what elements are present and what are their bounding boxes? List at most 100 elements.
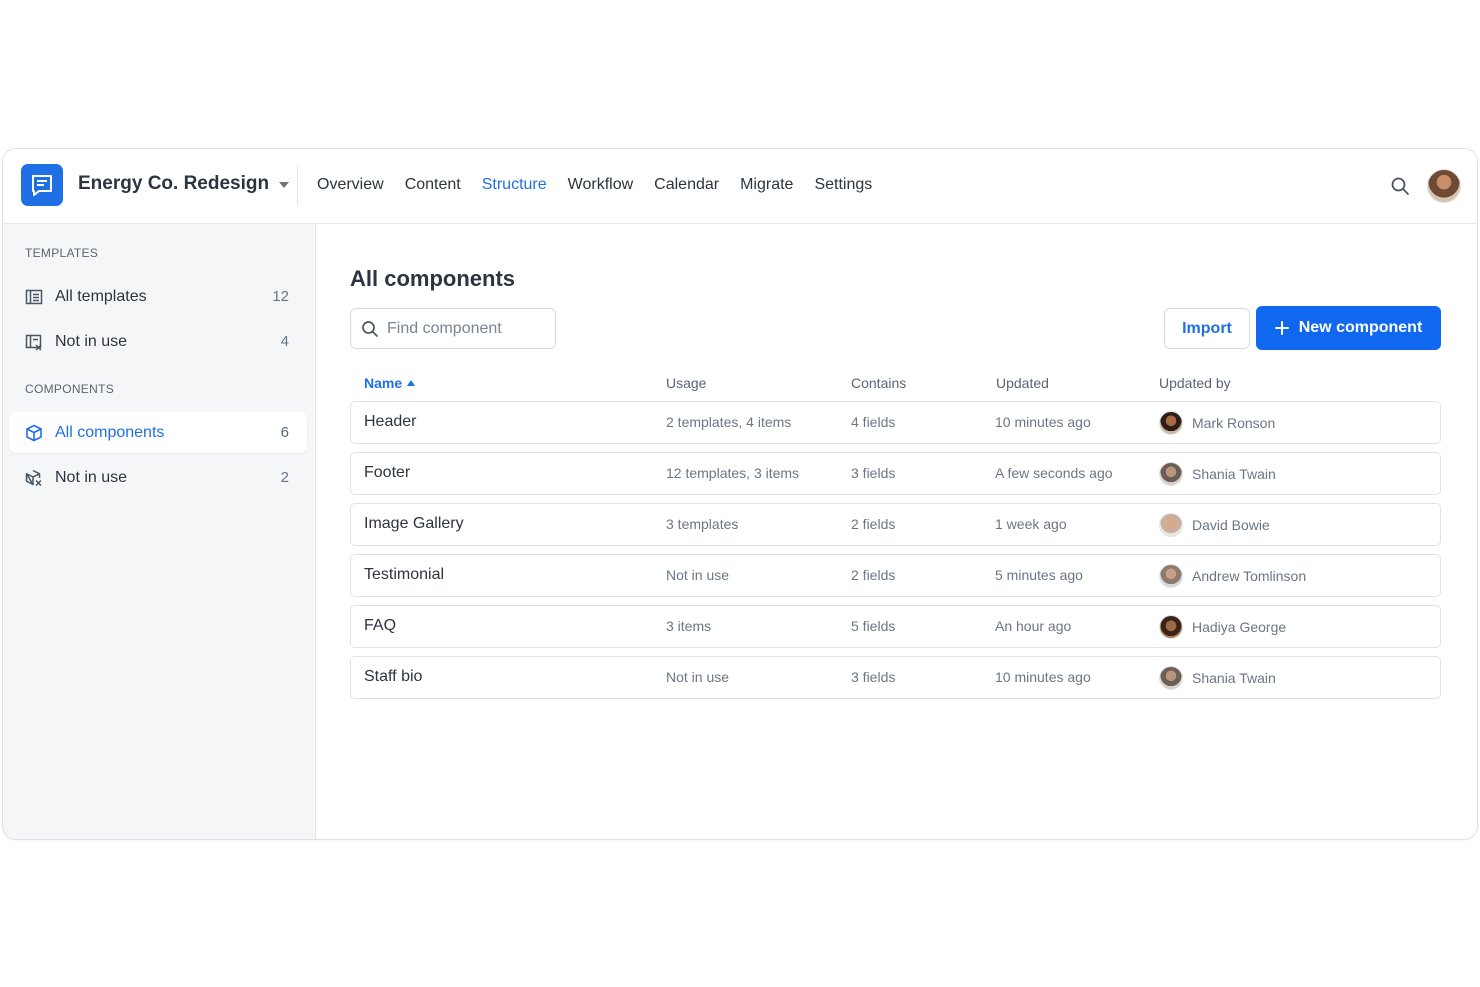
component-contains: 3 fields xyxy=(851,465,896,481)
component-name: Testimonial xyxy=(364,566,445,583)
component-usage: 2 templates, 4 items xyxy=(666,414,792,430)
template-unused-icon xyxy=(25,333,43,351)
sidebar-item-label: All templates xyxy=(55,287,147,305)
top-bar: Energy Co. Redesign Overview Content Str… xyxy=(3,149,1477,224)
sidebar-item-label: All components xyxy=(55,423,165,441)
new-component-label: New component xyxy=(1298,319,1423,336)
user-name: Hadiya George xyxy=(1192,619,1287,635)
user-name: Andrew Tomlinson xyxy=(1192,568,1307,584)
template-list-icon xyxy=(25,288,43,306)
app-window: Energy Co. Redesign Overview Content Str… xyxy=(2,148,1478,840)
user-name: Shania Twain xyxy=(1192,466,1276,482)
nav-content[interactable]: Content xyxy=(405,176,461,194)
find-component-search[interactable] xyxy=(350,308,556,349)
chevron-down-icon xyxy=(279,182,290,188)
avatar xyxy=(1159,462,1183,486)
component-name: Footer xyxy=(364,464,411,481)
column-header-contains[interactable]: Contains xyxy=(851,375,906,391)
component-name: Header xyxy=(364,413,417,430)
sidebar-item-templates-not-in-use[interactable]: Not in use 4 xyxy=(9,321,307,362)
component-contains: 5 fields xyxy=(851,618,896,634)
component-usage: 3 items xyxy=(666,618,712,634)
cube-unused-icon xyxy=(25,469,43,487)
nav-settings[interactable]: Settings xyxy=(814,176,872,194)
table-row[interactable]: Footer 12 templates, 3 items 3 fields A … xyxy=(350,452,1441,495)
component-usage: Not in use xyxy=(666,669,730,685)
templates-heading: TEMPLATES xyxy=(25,246,99,260)
component-updated-by: Andrew Tomlinson xyxy=(1159,564,1306,588)
column-header-name[interactable]: Name xyxy=(364,375,416,391)
component-usage: Not in use xyxy=(666,567,730,583)
avatar xyxy=(1159,513,1183,537)
main-content: All components Import New component Name… xyxy=(317,224,1477,839)
nav-structure[interactable]: Structure xyxy=(482,176,547,194)
sidebar-item-count: 6 xyxy=(280,424,289,441)
component-updated: 10 minutes ago xyxy=(995,414,1091,430)
avatar xyxy=(1159,564,1183,588)
sidebar-item-all-templates[interactable]: All templates 12 xyxy=(9,276,307,317)
table-row[interactable]: Header 2 templates, 4 items 4 fields 10 … xyxy=(350,401,1441,444)
table-row[interactable]: Testimonial Not in use 2 fields 5 minute… xyxy=(350,554,1441,597)
component-updated: A few seconds ago xyxy=(995,465,1113,481)
user-name: Mark Ronson xyxy=(1192,415,1276,431)
component-updated: 10 minutes ago xyxy=(995,669,1091,685)
nav-workflow[interactable]: Workflow xyxy=(568,176,634,194)
app-logo[interactable] xyxy=(21,164,63,206)
component-updated-by: Shania Twain xyxy=(1159,462,1276,486)
page-title: All components xyxy=(350,266,516,291)
plus-icon xyxy=(1274,321,1289,335)
document-chat-icon xyxy=(32,175,52,196)
component-name: Image Gallery xyxy=(364,515,464,532)
component-updated: 5 minutes ago xyxy=(995,567,1083,583)
components-heading: COMPONENTS xyxy=(25,382,115,396)
sidebar-item-count: 2 xyxy=(280,469,289,486)
project-switcher[interactable]: Energy Co. Redesign xyxy=(78,173,290,195)
new-component-button[interactable]: New component xyxy=(1256,306,1441,350)
component-updated-by: Mark Ronson xyxy=(1159,411,1275,435)
nav-migrate[interactable]: Migrate xyxy=(740,176,793,194)
search-icon xyxy=(362,320,378,337)
user-name: David Bowie xyxy=(1192,517,1270,533)
import-button[interactable]: Import xyxy=(1164,308,1250,349)
sidebar-item-components-not-in-use[interactable]: Not in use 2 xyxy=(9,457,307,498)
avatar xyxy=(1159,666,1183,690)
column-header-updated-by[interactable]: Updated by xyxy=(1159,375,1231,391)
nav-calendar[interactable]: Calendar xyxy=(654,176,719,194)
component-name: FAQ xyxy=(364,617,397,634)
main-nav: Overview Content Structure Workflow Cale… xyxy=(317,176,893,194)
component-updated-by: Shania Twain xyxy=(1159,666,1276,690)
sidebar-item-count: 4 xyxy=(280,333,289,350)
column-header-updated[interactable]: Updated xyxy=(996,375,1049,391)
user-avatar[interactable] xyxy=(1427,169,1461,203)
avatar xyxy=(1159,615,1183,639)
sidebar-item-all-components[interactable]: All components 6 xyxy=(9,412,307,453)
table-row[interactable]: FAQ 3 items 5 fields An hour ago Hadiya … xyxy=(350,605,1441,648)
sidebar-item-label: Not in use xyxy=(55,468,128,486)
component-name: Staff bio xyxy=(364,668,423,685)
table-row[interactable]: Staff bio Not in use 3 fields 10 minutes… xyxy=(350,656,1441,699)
search-input[interactable] xyxy=(387,319,547,338)
column-header-label: Name xyxy=(364,375,403,391)
component-contains: 2 fields xyxy=(851,516,896,532)
search-icon[interactable] xyxy=(1390,176,1410,196)
sort-ascending-icon xyxy=(407,380,416,386)
avatar xyxy=(1159,411,1183,435)
component-usage: 12 templates, 3 items xyxy=(666,465,800,481)
sidebar-item-count: 12 xyxy=(272,288,289,305)
component-usage: 3 templates xyxy=(666,516,739,532)
component-updated: An hour ago xyxy=(995,618,1072,634)
component-updated: 1 week ago xyxy=(995,516,1067,532)
nav-overview[interactable]: Overview xyxy=(317,176,384,194)
table-row[interactable]: Image Gallery 3 templates 2 fields 1 wee… xyxy=(350,503,1441,546)
component-contains: 2 fields xyxy=(851,567,896,583)
component-contains: 3 fields xyxy=(851,669,896,685)
sidebar: TEMPLATES All templates 12 Not in use 4 … xyxy=(3,224,316,839)
component-updated-by: David Bowie xyxy=(1159,513,1270,537)
column-header-usage[interactable]: Usage xyxy=(666,375,706,391)
divider xyxy=(297,164,298,206)
project-name: Energy Co. Redesign xyxy=(78,173,270,194)
component-contains: 4 fields xyxy=(851,414,896,430)
component-updated-by: Hadiya George xyxy=(1159,615,1286,639)
cube-icon xyxy=(25,424,43,442)
user-name: Shania Twain xyxy=(1192,670,1276,686)
